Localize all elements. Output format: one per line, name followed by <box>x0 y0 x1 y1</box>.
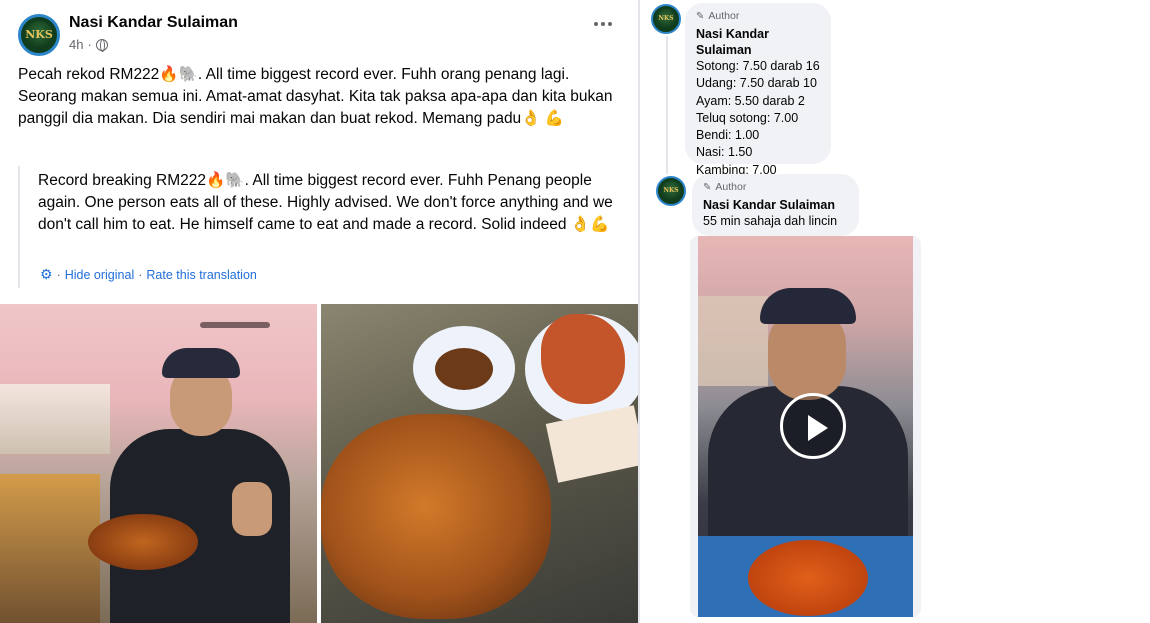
meta-separator: · <box>87 37 92 52</box>
comment-line: Ayam: 5.50 darab 2 <box>696 93 805 108</box>
author-badge: ✎ Author <box>696 10 820 22</box>
seafood-platter <box>321 414 551 619</box>
comment-bubble-prices: ✎ Author Nasi Kandar Sulaiman Sotong: 7.… <box>685 3 831 177</box>
rate-translation-link[interactable]: Rate this translation <box>146 268 256 282</box>
comment-logo: NKS <box>660 180 682 202</box>
comment-author-name[interactable]: Nasi Kandar Sulaiman <box>703 197 848 213</box>
food-counter <box>0 474 100 623</box>
person-cap <box>162 348 240 378</box>
author-badge: ✎ Author <box>703 181 848 193</box>
page-logo: NKS <box>24 20 54 50</box>
comment-avatar[interactable]: NKS <box>651 4 681 34</box>
comment-line: Nasi: 1.50 <box>696 145 753 160</box>
video-person-cap <box>760 288 856 324</box>
more-dot <box>601 22 605 26</box>
thumb-up-hand <box>232 482 272 536</box>
author-badge-label: Author <box>708 10 740 22</box>
page-avatar[interactable]: NKS <box>18 14 60 56</box>
video-thumbnail <box>698 236 913 617</box>
pencil-icon: ✎ <box>703 181 712 193</box>
comment-avatar[interactable]: NKS <box>656 176 686 206</box>
comment-line: 55 min sahaja dah lincin <box>703 214 838 228</box>
gear-icon[interactable]: ⚙ <box>40 266 53 283</box>
food-plate <box>88 514 198 570</box>
reply-thread-line <box>666 36 668 174</box>
ceiling-fan <box>200 322 270 328</box>
more-dot <box>608 22 612 26</box>
sauce <box>435 348 493 390</box>
translation-block: Record breaking RM222🔥🐘. All time bigges… <box>18 166 628 288</box>
screenshot-root: NKS Nasi Kandar Sulaiman 4h · Pecah reko… <box>0 0 1150 623</box>
play-icon[interactable] <box>780 393 846 459</box>
more-dots-icon <box>594 22 598 26</box>
globe-icon[interactable] <box>95 38 108 52</box>
comment-line: Teluq sotong: 7.00 <box>696 110 799 125</box>
post-translated-text: Record breaking RM222🔥🐘. All time bigges… <box>38 172 613 233</box>
post-photo-food[interactable] <box>321 304 638 623</box>
comment-bubble-time: ✎ Author Nasi Kandar Sulaiman 55 min sah… <box>692 174 859 236</box>
post-photo-customer[interactable] <box>0 304 317 623</box>
comment-author-name[interactable]: Nasi Kandar Sulaiman <box>696 26 820 58</box>
page-name[interactable]: Nasi Kandar Sulaiman <box>69 14 238 32</box>
post-timestamp[interactable]: 4h <box>69 37 83 52</box>
comment-logo: NKS <box>655 8 677 30</box>
video-plate <box>748 540 868 616</box>
fried-chicken <box>541 314 625 404</box>
column-divider <box>638 0 640 623</box>
video-shelf <box>698 296 768 386</box>
shelf-lights <box>0 384 110 454</box>
hide-original-link[interactable]: Hide original <box>65 268 134 282</box>
comment-line: Udang: 7.50 darab 10 <box>696 76 817 91</box>
facebook-post: NKS Nasi Kandar Sulaiman 4h · Pecah reko… <box>0 0 638 623</box>
translation-links: ⚙ · Hide original · Rate this translatio… <box>40 266 257 283</box>
comment-video[interactable] <box>690 236 921 617</box>
post-meta: 4h · <box>69 37 108 52</box>
author-badge-label: Author <box>715 181 747 193</box>
comment-line: Bendi: 1.00 <box>696 128 760 143</box>
link-separator: · <box>56 267 61 282</box>
comment-line: Sotong: 7.50 darab 16 <box>696 59 820 73</box>
post-original-text: Pecah rekod RM222🔥🐘. All time biggest re… <box>18 66 613 127</box>
more-options-button[interactable] <box>594 22 612 26</box>
pencil-icon: ✎ <box>696 10 705 22</box>
link-separator: · <box>138 267 143 282</box>
